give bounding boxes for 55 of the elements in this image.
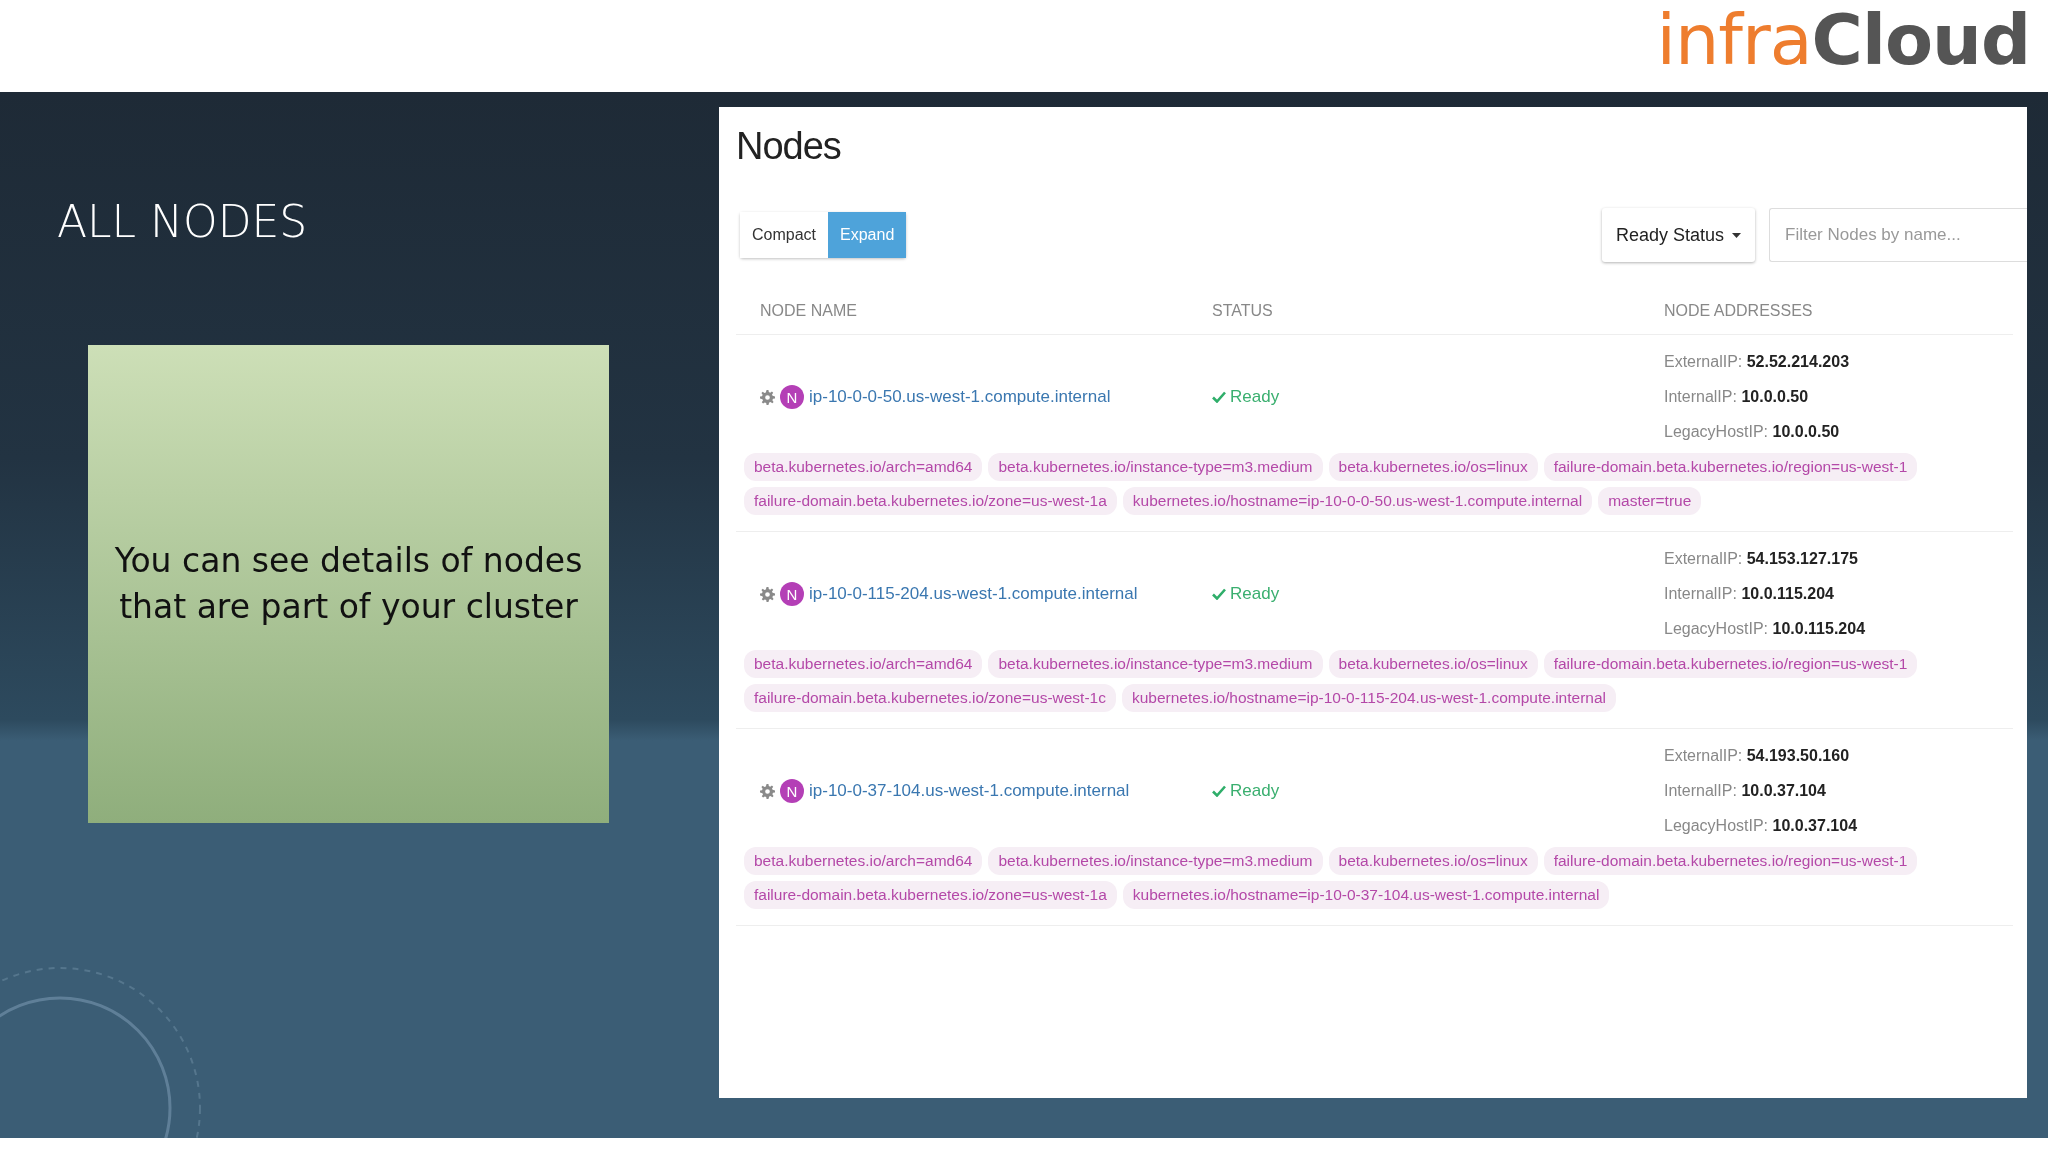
label-tag: beta.kubernetes.io/arch=amd64	[744, 650, 983, 678]
status-dropdown[interactable]: Ready Status	[1601, 208, 1755, 262]
label-tag: master=true	[1598, 487, 1702, 515]
address-text: LegacyHostIP: 10.0.0.50	[1664, 423, 1841, 441]
column-header: STATUS	[1212, 302, 1274, 320]
caret-icon	[1732, 232, 1741, 238]
status-text: Ready	[1212, 584, 1280, 604]
label-tag: beta.kubernetes.io/os=linux	[1328, 453, 1538, 481]
check-icon	[1212, 391, 1226, 403]
label-tag: beta.kubernetes.io/instance-type=m3.medium	[988, 650, 1323, 678]
label-tag: beta.kubernetes.io/arch=amd64	[744, 847, 983, 875]
label-tag: failure-domain.beta.kubernetes.io/region=us-west-1	[1543, 847, 1918, 875]
label-tag: failure-domain.beta.kubernetes.io/region=us-west-1	[1543, 650, 1918, 678]
note-text: You can see details of nodes that are part of your cluster	[113, 539, 584, 628]
node-badge: N	[780, 385, 804, 409]
check-icon	[1212, 588, 1226, 600]
column-header: NODE NAME	[760, 302, 858, 320]
label-tag: beta.kubernetes.io/instance-type=m3.medium	[988, 847, 1323, 875]
label-tag: beta.kubernetes.io/os=linux	[1328, 650, 1538, 678]
node-name-link[interactable]: ip-10-0-0-50.us-west-1.compute.internal	[809, 387, 1111, 407]
label-tag: kubernetes.io/hostname=ip-10-0-0-50.us-west-1.compute.internal	[1122, 487, 1593, 515]
label-tag: failure-domain.beta.kubernetes.io/region=us-west-1	[1543, 453, 1918, 481]
node-badge: N	[780, 779, 804, 803]
label-tag: beta.kubernetes.io/arch=amd64	[744, 453, 983, 481]
address-text: InternalIP: 10.0.0.50	[1664, 388, 1810, 406]
node-name-link[interactable]: ip-10-0-115-204.us-west-1.compute.internal	[809, 584, 1138, 604]
gear-icon[interactable]	[760, 783, 775, 799]
check-icon	[1212, 785, 1226, 797]
filter-field[interactable]: Filter Nodes by name...	[1769, 208, 2027, 262]
status-text: Ready	[1212, 781, 1280, 801]
node-name-link[interactable]: ip-10-0-37-104.us-west-1.compute.internal	[809, 781, 1130, 801]
address-text: InternalIP: 10.0.37.104	[1664, 782, 1827, 800]
address-text: ExternalIP: 52.52.214.203	[1664, 353, 1851, 371]
label-tag: beta.kubernetes.io/os=linux	[1328, 847, 1538, 875]
label-tag: failure-domain.beta.kubernetes.io/zone=us-west-1a	[744, 881, 1117, 909]
node-badge: N	[780, 582, 804, 606]
label-tag: kubernetes.io/hostname=ip-10-0-115-204.us-west-1.compute.internal	[1121, 684, 1616, 712]
column-header: NODE ADDRESSES	[1664, 302, 1814, 320]
address-text: LegacyHostIP: 10.0.37.104	[1664, 817, 1859, 835]
label-tag: failure-domain.beta.kubernetes.io/zone=us-west-1a	[744, 487, 1117, 515]
status-text: Ready	[1212, 387, 1280, 407]
slide-title: ALL NODES	[57, 196, 309, 247]
label-tag: beta.kubernetes.io/instance-type=m3.medium	[988, 453, 1323, 481]
address-text: InternalIP: 10.0.115.204	[1664, 585, 1835, 603]
address-text: ExternalIP: 54.153.127.175	[1664, 550, 1859, 568]
view-toggle-button[interactable]: Expand	[828, 212, 907, 258]
address-text: ExternalIP: 54.193.50.160	[1664, 747, 1851, 765]
address-text: LegacyHostIP: 10.0.115.204	[1664, 620, 1867, 638]
gear-icon[interactable]	[760, 389, 775, 405]
label-tag: failure-domain.beta.kubernetes.io/zone=us-west-1c	[744, 684, 1116, 712]
logo: infraCloud	[1656, 5, 2030, 75]
panel-title: Nodes	[736, 125, 842, 168]
gear-icon[interactable]	[760, 586, 775, 602]
label-tag: kubernetes.io/hostname=ip-10-0-37-104.us-west-1.compute.internal	[1122, 881, 1610, 909]
view-toggle-button[interactable]: Compact	[740, 212, 829, 258]
